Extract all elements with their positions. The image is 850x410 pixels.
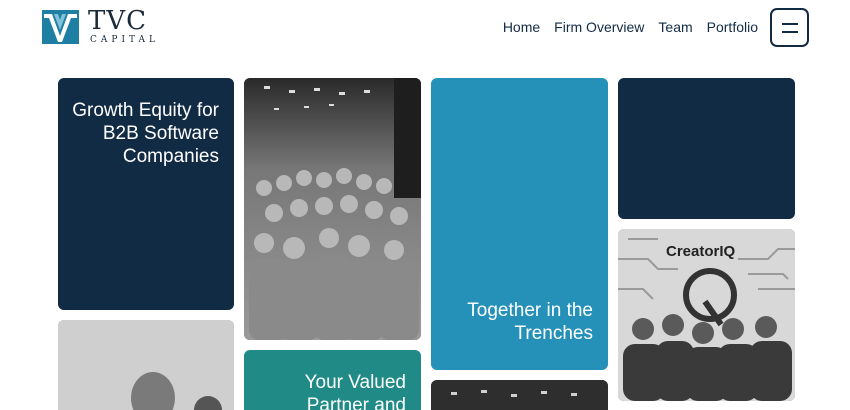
together-in-trenches-heading: Together in the Trenches [467,300,593,344]
growth-equity-tile[interactable]: Growth Equity for B2B Software Companies [58,78,234,310]
navy-tile[interactable] [618,78,795,219]
tvc-logo-mark-icon [42,9,79,44]
nav-home[interactable]: Home [503,19,540,35]
valued-partner-tile[interactable]: Your Valued Partner and [244,350,421,410]
together-in-trenches-tile[interactable]: Together in the Trenches [431,78,608,370]
logo-wordmark: TVC [88,6,148,36]
hamburger-menu-icon [782,23,798,25]
portrait-photo [58,320,234,410]
tvc-logo[interactable]: TVC CAPITAL [42,8,159,45]
nav-firm-overview[interactable]: Firm Overview [554,19,644,35]
nav-portfolio[interactable]: Portfolio [707,19,758,35]
hamburger-menu-button[interactable] [770,8,809,47]
creatoriq-team-photo: CreatorIQ [618,229,795,401]
main-nav: Home Firm Overview Team Portfolio [503,19,758,35]
logo-subtitle: CAPITAL [90,35,159,45]
valued-partner-heading: Your Valued Partner and [304,372,406,410]
team-event-photo [244,78,421,340]
venue-ceiling-photo [431,380,608,410]
creatoriq-sign-text: CreatorIQ [666,243,736,260]
nav-team[interactable]: Team [658,19,692,35]
growth-equity-heading: Growth Equity for B2B Software Companies [72,100,219,167]
site-header: TVC CAPITAL Home Firm Overview Team Port… [0,0,850,60]
